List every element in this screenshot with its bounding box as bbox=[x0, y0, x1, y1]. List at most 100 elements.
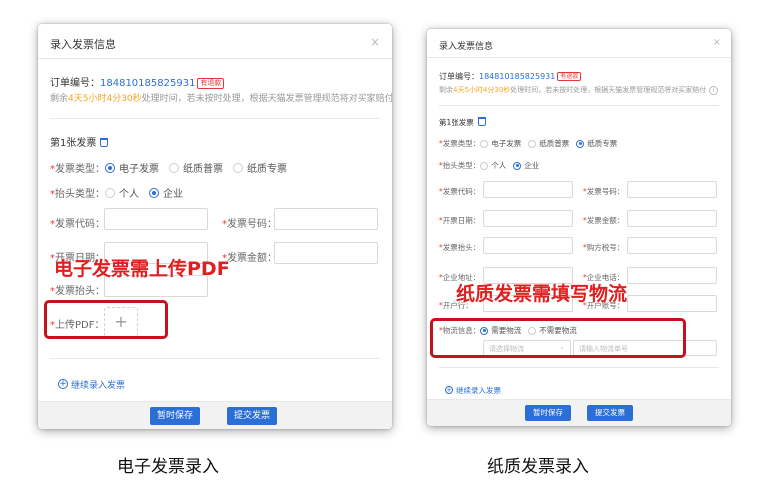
invoice-date-label: *开票日期： bbox=[439, 216, 481, 225]
highlight-box-upload bbox=[44, 300, 168, 339]
submit-button[interactable]: 提交发票 bbox=[227, 407, 277, 425]
highlight-box-logistics bbox=[430, 318, 686, 358]
dialog-title: 录入发票信息 bbox=[50, 38, 116, 51]
section-title-text: 第1张发票 bbox=[439, 118, 474, 127]
radio-icon bbox=[149, 187, 159, 198]
radio-icon bbox=[105, 162, 115, 173]
radio-icon bbox=[105, 187, 115, 198]
radio-electronic[interactable]: 电子发票 bbox=[105, 160, 159, 175]
radio-icon bbox=[513, 161, 522, 170]
plus-circle-icon: + bbox=[58, 379, 68, 389]
paper-invoice-dialog: 录入发票信息 × 订单编号：184810185825931 有退款 剩余4天5小时… bbox=[427, 29, 731, 426]
section-title-text: 第1张发票 bbox=[50, 138, 97, 149]
invoice-date-input[interactable] bbox=[483, 210, 573, 227]
invoice-code-label: *发票代码： bbox=[50, 219, 105, 230]
dialog-footer: 暂时保存 提交发票 bbox=[427, 399, 731, 426]
submit-button[interactable]: 提交发票 bbox=[587, 405, 633, 421]
invoice-amount-input[interactable] bbox=[274, 242, 378, 264]
info-icon: i bbox=[709, 86, 719, 95]
header-type-label: *抬头类型： bbox=[439, 161, 481, 170]
radio-electronic[interactable]: 电子发票 bbox=[480, 138, 521, 149]
invoice-number-label: *发票号码： bbox=[583, 187, 625, 196]
invoice-code-label: *发票代码： bbox=[439, 187, 481, 196]
divider bbox=[50, 118, 380, 119]
tax-number-label: *购方税号： bbox=[583, 243, 625, 252]
remain-time: 4天5小时4分30秒 bbox=[68, 94, 142, 104]
order-line: 订单编号：184810185825931 有退款 bbox=[50, 74, 225, 89]
add-invoice-text: 继续录入发票 bbox=[456, 385, 501, 395]
invoice-type-label: *发票类型： bbox=[50, 164, 105, 175]
electronic-invoice-dialog: 录入发票信息 × 订单编号：184810185825931 有退款 剩余4天5小时… bbox=[38, 24, 392, 429]
invoice-title-label: *发票抬头： bbox=[50, 286, 105, 297]
radio-personal[interactable]: 个人 bbox=[105, 185, 139, 200]
trash-icon[interactable] bbox=[477, 117, 486, 126]
dialog-title: 录入发票信息 bbox=[439, 42, 494, 52]
radio-icon bbox=[480, 161, 489, 170]
divider bbox=[38, 58, 392, 59]
remaining-time-note: 剩余4天5小时4分30秒处理时间，若未按时处理，根据天猫发票管理规范将对买家赔付… bbox=[439, 85, 719, 95]
dialog-footer: 暂时保存 提交发票 bbox=[38, 401, 392, 429]
annotation-paper: 纸质发票需填写物流 bbox=[456, 283, 628, 305]
remain-time: 4天5小时4分30秒 bbox=[453, 86, 511, 94]
invoice-amount-input[interactable] bbox=[627, 210, 717, 227]
tax-number-input[interactable] bbox=[627, 237, 717, 254]
header-type-row: *抬头类型： 个人 企业 bbox=[439, 160, 546, 171]
caption-electronic: 电子发票录入 bbox=[117, 457, 219, 477]
refund-badge: 有退款 bbox=[197, 78, 225, 89]
invoice-amount-label: *发票金额： bbox=[583, 216, 625, 225]
trash-icon[interactable] bbox=[100, 138, 109, 147]
save-button[interactable]: 暂时保存 bbox=[525, 405, 571, 421]
order-label: 订单编号： bbox=[439, 72, 479, 81]
add-invoice-link[interactable]: + 继续录入发票 bbox=[445, 377, 501, 396]
radio-icon bbox=[528, 139, 537, 148]
radio-paper-normal[interactable]: 纸质普票 bbox=[528, 138, 569, 149]
invoice-code-input[interactable] bbox=[104, 208, 208, 230]
radio-paper-normal[interactable]: 纸质普票 bbox=[169, 160, 223, 175]
radio-paper-special[interactable]: 纸质专票 bbox=[576, 138, 617, 149]
refund-badge: 有退款 bbox=[557, 72, 582, 81]
company-phone-input[interactable] bbox=[627, 267, 717, 284]
plus-circle-icon: + bbox=[445, 386, 453, 394]
caption-paper: 纸质发票录入 bbox=[487, 457, 589, 477]
invoice-type-label: *发票类型： bbox=[439, 139, 481, 148]
remaining-time-note: 剩余4天5小时4分30秒处理时间，若未按时处理，根据天猫发票管理规范将对买家赔付… bbox=[50, 91, 392, 104]
invoice-number-input[interactable] bbox=[627, 181, 717, 198]
radio-icon bbox=[233, 162, 243, 173]
header-type-label: *抬头类型： bbox=[50, 189, 105, 200]
remain-suffix: 处理时间，若未按时处理，根据天猫发票管理规范将对买家赔付 bbox=[510, 86, 707, 94]
invoice-code-input[interactable] bbox=[483, 181, 573, 198]
order-number: 184810185825931 bbox=[479, 72, 556, 81]
order-number: 184810185825931 bbox=[100, 78, 196, 89]
radio-icon bbox=[169, 162, 179, 173]
divider bbox=[427, 57, 731, 58]
close-icon[interactable]: × bbox=[370, 35, 380, 49]
divider bbox=[50, 358, 380, 359]
remain-suffix: 处理时间，若未按时处理，根据天猫发票管理规范将对买家赔付 bbox=[141, 94, 392, 104]
order-line: 订单编号：184810185825931 有退款 bbox=[439, 71, 582, 82]
divider bbox=[439, 105, 719, 106]
divider bbox=[439, 367, 719, 368]
radio-company[interactable]: 企业 bbox=[149, 185, 183, 200]
invoice-amount-label: *发票金额： bbox=[222, 253, 277, 264]
close-icon[interactable]: × bbox=[713, 37, 721, 48]
invoice-number-label: *发票号码： bbox=[222, 219, 277, 230]
invoice-type-row: *发票类型： 电子发票 纸质普票 纸质专票 bbox=[439, 138, 624, 149]
remain-prefix: 剩余 bbox=[439, 86, 453, 94]
annotation-electronic: 电子发票需上传PDF bbox=[54, 258, 230, 280]
radio-paper-special[interactable]: 纸质专票 bbox=[233, 160, 287, 175]
radio-personal[interactable]: 个人 bbox=[480, 160, 506, 171]
radio-icon bbox=[480, 139, 489, 148]
header-type-row: *抬头类型： 个人 企业 bbox=[50, 185, 193, 200]
invoice-number-input[interactable] bbox=[274, 208, 378, 230]
radio-company[interactable]: 企业 bbox=[513, 160, 539, 171]
account-input[interactable] bbox=[627, 295, 717, 312]
radio-icon bbox=[576, 139, 585, 148]
section-title: 第1张发票 bbox=[50, 134, 109, 149]
section-title: 第1张发票 bbox=[439, 117, 486, 128]
add-invoice-link[interactable]: + 继续录入发票 bbox=[58, 371, 125, 391]
invoice-title-input[interactable] bbox=[483, 237, 573, 254]
invoice-type-row: *发票类型： 电子发票 纸质普票 纸质专票 bbox=[50, 160, 297, 175]
order-label: 订单编号： bbox=[50, 78, 100, 89]
remain-prefix: 剩余 bbox=[50, 94, 69, 104]
save-button[interactable]: 暂时保存 bbox=[150, 407, 200, 425]
